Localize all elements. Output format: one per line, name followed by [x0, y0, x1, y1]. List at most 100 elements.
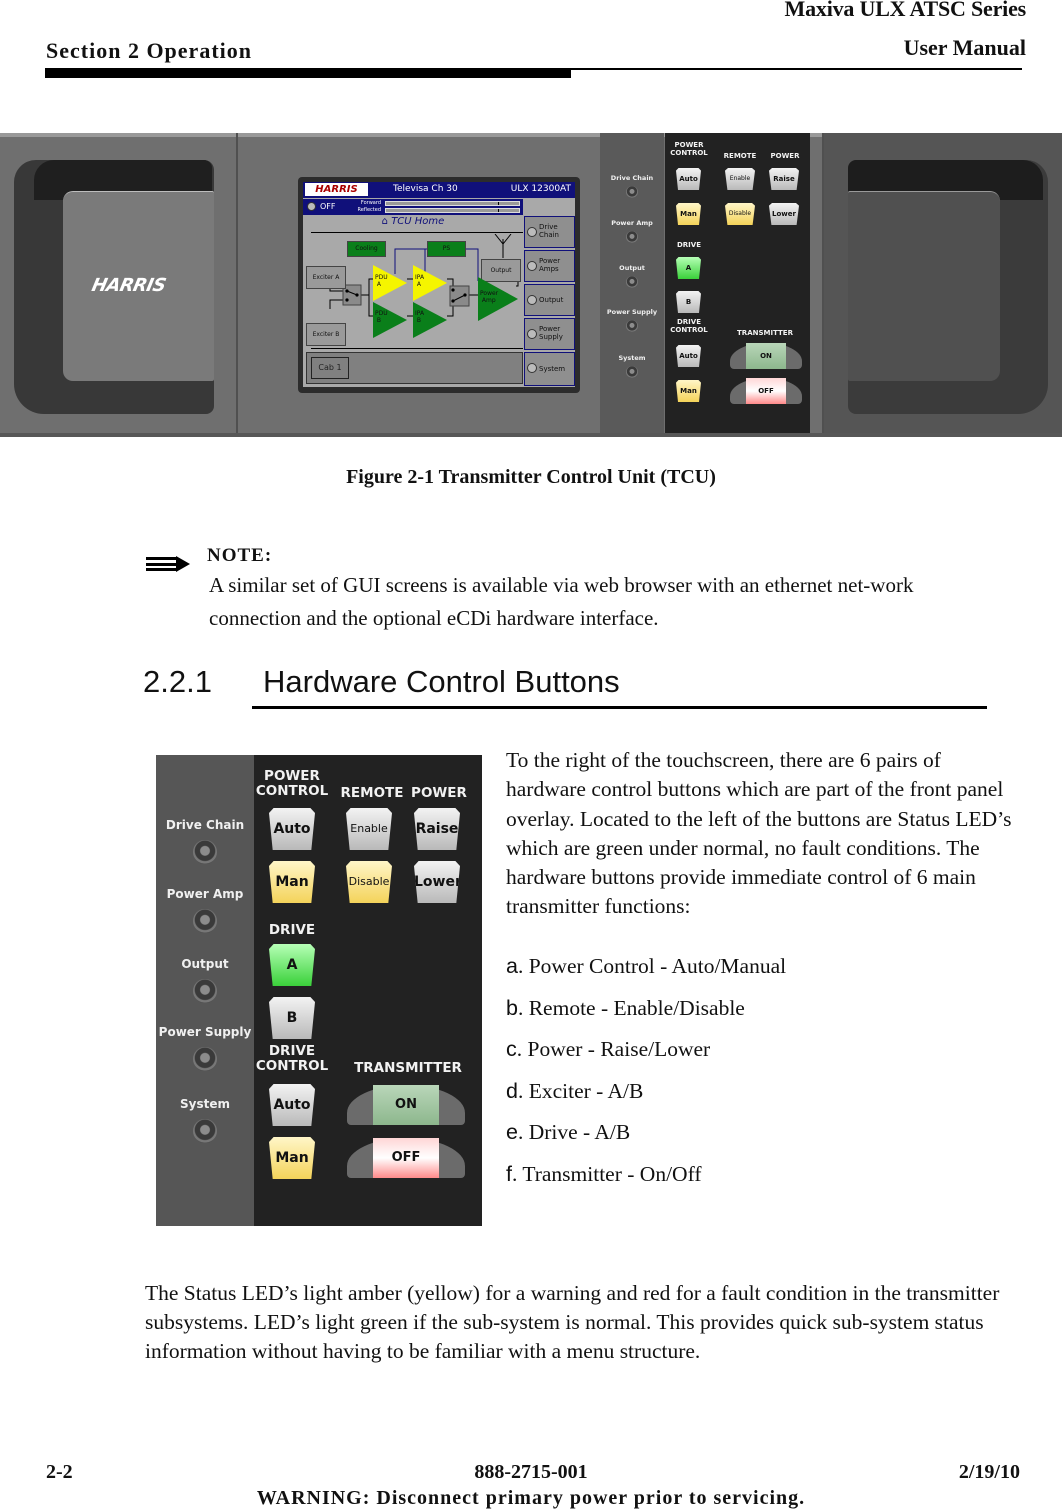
fig-power-raise-button[interactable]: Raise	[769, 168, 799, 190]
exciter-b-block[interactable]: Exciter B	[306, 323, 346, 346]
power-control-auto-button[interactable]: Auto	[269, 808, 315, 850]
led-power-supply: Power Supply	[156, 1025, 254, 1071]
led-system: System	[156, 1097, 254, 1143]
screen-rule	[311, 348, 523, 349]
led-icon	[626, 231, 638, 243]
tcu-front-panel-photo: HARRIS HARRIS Televisa Ch 30 ULX 12300AT…	[0, 133, 1062, 437]
side-button-power-supply[interactable]: Power Supply	[524, 318, 575, 350]
transmitter-off-button[interactable]: OFF	[347, 1138, 465, 1178]
header-rule-thick	[45, 68, 571, 78]
side-button-output[interactable]: Output	[524, 284, 575, 316]
fig-power-control-auto-button[interactable]: Auto	[676, 168, 701, 190]
forward-meter-label: Forward	[360, 200, 381, 206]
led-icon	[193, 1119, 217, 1143]
cooling-block[interactable]: Cooling	[347, 241, 386, 257]
power-control-man-button[interactable]: Man	[269, 861, 315, 903]
remote-enable-button[interactable]: Enable	[346, 808, 392, 850]
drive-a-button[interactable]: A	[269, 944, 315, 986]
fig-power-label: POWER	[770, 152, 800, 160]
side-button-drive-chain[interactable]: Drive Chain	[524, 216, 575, 248]
fig-drive-label: DRIVE	[676, 241, 701, 249]
fig-status-led-column: Drive Chain Power Amp Output Power Suppl…	[600, 133, 664, 437]
drive-control-auto-button[interactable]: Auto	[269, 1084, 315, 1126]
panel-seam	[822, 133, 824, 437]
transmitter-on-button[interactable]: ON	[347, 1085, 465, 1125]
led-drive-chain: Drive Chain	[156, 818, 254, 864]
intro-paragraph: To the right of the touchscreen, there a…	[506, 748, 1012, 919]
figure-caption: Figure 2-1 Transmitter Control Unit (TCU…	[346, 466, 716, 488]
exciter-a-block[interactable]: Exciter A	[306, 266, 346, 289]
fig-transmitter-off-button[interactable]: OFF	[730, 378, 802, 404]
safety-warning: WARNING: Disconnect primary power prior …	[256, 1487, 806, 1509]
led-output: Output	[156, 957, 254, 1003]
document-type: User Manual	[903, 35, 1026, 60]
led-icon	[193, 979, 217, 1003]
status-indicator-icon	[527, 329, 537, 339]
panel-seam	[236, 133, 238, 437]
fig-remote-label: REMOTE	[723, 152, 757, 160]
panel-bottom-edge	[0, 433, 1062, 437]
power-control-label: POWER CONTROL	[255, 768, 329, 799]
drive-label: DRIVE	[268, 922, 316, 938]
fig-remote-enable-button[interactable]: Enable	[725, 168, 755, 190]
list-item: c. Power - Raise/Lower	[506, 1037, 711, 1062]
status-indicator-icon	[527, 261, 537, 271]
hardware-buttons-panel: POWER CONTROL REMOTE POWER Auto Man Enabl…	[254, 755, 482, 1226]
section-rule	[252, 706, 987, 709]
right-rack-handle	[848, 160, 1048, 414]
ipa-b-label: IPA B	[415, 310, 425, 324]
status-indicator-icon	[527, 227, 537, 237]
remote-label: REMOTE	[340, 785, 404, 801]
fig-drive-b-button[interactable]: B	[676, 291, 701, 313]
forward-power-meter	[385, 201, 520, 206]
model-name: ULX 12300AT	[510, 184, 571, 194]
tx-state-indicator-icon	[307, 202, 316, 211]
list-item: f. Transmitter - On/Off	[506, 1161, 702, 1186]
power-raise-button[interactable]: Raise	[414, 808, 460, 850]
fig-transmitter-on-button[interactable]: ON	[730, 343, 802, 369]
handle-face	[848, 191, 1000, 381]
side-button-system[interactable]: System	[524, 352, 575, 386]
fig-led-system: System	[600, 354, 664, 378]
document-series-title: Maxiva ULX ATSC Series	[784, 0, 1027, 21]
ipa-a-label: IPA A	[415, 274, 425, 288]
header-rule-thin	[571, 68, 1022, 70]
fig-power-lower-button[interactable]: Lower	[769, 203, 799, 225]
fig-drive-a-button[interactable]: A	[676, 257, 701, 279]
drive-b-button[interactable]: B	[269, 997, 315, 1039]
power-lower-button[interactable]: Lower	[414, 861, 460, 903]
led-icon	[626, 276, 638, 288]
status-indicator-icon	[527, 363, 537, 373]
section-header: Section 2 Operation	[46, 38, 252, 63]
led-icon	[193, 909, 217, 933]
led-power-amp: Power Amp	[156, 887, 254, 933]
fig-drive-control-auto-button[interactable]: Auto	[676, 345, 701, 367]
fig-transmitter-label: TRANSMITTER	[737, 329, 793, 337]
cabinet-1-button[interactable]: Cab 1	[311, 357, 349, 379]
fig-led-output: Output	[600, 264, 664, 288]
touchscreen: HARRIS Televisa Ch 30 ULX 12300AT OFF Fo…	[303, 182, 575, 387]
function-list: a. Power Control - Auto/Manual b. Remote…	[506, 952, 1006, 1202]
section-title: Hardware Control Buttons	[263, 664, 620, 699]
drive-control-man-button[interactable]: Man	[269, 1137, 315, 1179]
list-item: a. Power Control - Auto/Manual	[506, 954, 787, 978]
note-label: NOTE:	[207, 545, 273, 566]
touchscreen-bezel: HARRIS Televisa Ch 30 ULX 12300AT OFF Fo…	[298, 177, 580, 393]
fig-remote-disable-button[interactable]: Disable	[725, 203, 755, 225]
fig-power-control-man-button[interactable]: Man	[676, 203, 701, 225]
pdu-a-label: PDU A	[375, 274, 388, 288]
harris-logo: HARRIS	[89, 275, 168, 296]
fig-power-control-label: POWER CONTROL	[670, 141, 708, 157]
document-number: 888-2715-001	[474, 1461, 588, 1483]
section-number: 2.2.1	[143, 664, 212, 699]
ps-block[interactable]: PS	[427, 241, 466, 257]
fig-led-drive-chain: Drive Chain	[600, 174, 664, 198]
tx-state: OFF	[320, 202, 336, 211]
power-amp-label: Power Amp	[480, 290, 499, 304]
fig-drive-control-label: DRIVE CONTROL	[670, 318, 708, 334]
fig-led-power-supply: Power Supply	[600, 308, 664, 332]
remote-disable-button[interactable]: Disable	[346, 861, 392, 903]
screen-title-bar: HARRIS Televisa Ch 30 ULX 12300AT	[303, 182, 575, 198]
fig-drive-control-man-button[interactable]: Man	[676, 380, 701, 402]
side-button-power-amps[interactable]: Power Amps	[524, 250, 575, 282]
